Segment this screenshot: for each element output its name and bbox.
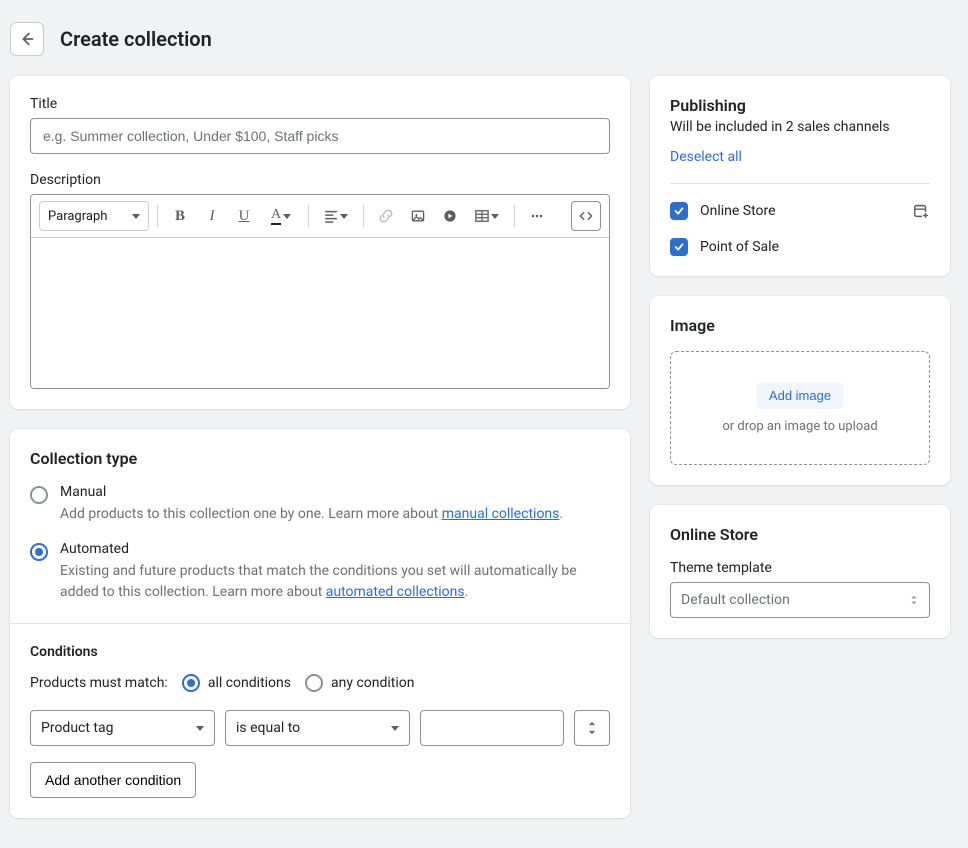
image-drop-text: or drop an image to upload xyxy=(722,419,877,434)
automated-description: Existing and future products that match … xyxy=(60,561,610,603)
calendar-add-icon xyxy=(912,202,930,220)
online-store-card: Online Store Theme template Default coll… xyxy=(650,505,950,638)
check-icon xyxy=(673,241,685,253)
image-heading: Image xyxy=(670,316,930,335)
chevron-down-icon xyxy=(196,726,204,731)
image-dropzone[interactable]: Add image or drop an image to upload xyxy=(670,351,930,465)
manual-label: Manual xyxy=(60,484,563,500)
title-description-card: Title Description Paragraph B I U xyxy=(10,76,630,409)
channel-label: Online Store xyxy=(700,203,900,219)
toolbar-divider xyxy=(363,205,364,227)
toolbar-divider xyxy=(308,205,309,227)
more-formatting-button[interactable] xyxy=(523,202,551,230)
chevron-down-icon xyxy=(340,214,348,219)
arrow-left-icon xyxy=(18,30,36,48)
publishing-subtext: Will be included in 2 sales channels xyxy=(670,119,930,135)
italic-button[interactable]: I xyxy=(198,202,226,230)
collection-type-card: Collection type Manual Add products to t… xyxy=(10,429,630,818)
chevron-down-icon xyxy=(132,214,140,219)
deselect-all-link[interactable]: Deselect all xyxy=(670,149,742,165)
schedule-button[interactable] xyxy=(912,202,930,220)
collection-type-radio-manual[interactable] xyxy=(30,486,48,504)
chevron-down-icon xyxy=(491,214,499,219)
paragraph-style-label: Paragraph xyxy=(48,209,107,224)
match-label: Products must match: xyxy=(30,675,168,691)
add-condition-button[interactable]: Add another condition xyxy=(30,762,196,798)
toolbar-divider xyxy=(514,205,515,227)
description-input[interactable] xyxy=(31,238,609,388)
select-arrows-icon xyxy=(909,592,919,608)
bold-button[interactable]: B xyxy=(166,202,194,230)
match-all-label: all conditions xyxy=(208,675,291,691)
italic-icon: I xyxy=(210,208,215,225)
manual-collections-link[interactable]: manual collections xyxy=(442,506,560,522)
title-input[interactable] xyxy=(30,118,610,154)
rich-text-editor: Paragraph B I U A xyxy=(30,194,610,389)
online-store-heading: Online Store xyxy=(670,525,930,544)
chevron-down-icon xyxy=(391,726,399,731)
underline-button[interactable]: U xyxy=(230,202,258,230)
automated-label: Automated xyxy=(60,541,610,557)
match-all-radio[interactable] xyxy=(182,674,200,692)
divider xyxy=(670,183,930,184)
description-label: Description xyxy=(30,172,610,188)
html-toggle-button[interactable] xyxy=(571,201,601,231)
radio-selected-dot xyxy=(187,679,195,687)
image-button[interactable] xyxy=(404,202,432,230)
channel-checkbox-pos[interactable] xyxy=(670,238,688,256)
collection-type-heading: Collection type xyxy=(30,449,610,468)
match-any-label: any condition xyxy=(331,675,415,691)
link-icon xyxy=(378,208,394,224)
table-icon xyxy=(475,209,489,223)
back-button[interactable] xyxy=(10,22,44,56)
sort-icon xyxy=(586,720,598,736)
text-color-icon: A xyxy=(271,207,281,225)
table-button[interactable] xyxy=(468,202,506,230)
conditions-heading: Conditions xyxy=(30,644,610,660)
image-icon xyxy=(410,208,426,224)
check-icon xyxy=(673,205,685,217)
align-left-icon xyxy=(324,209,338,223)
match-any-radio[interactable] xyxy=(305,674,323,692)
theme-template-value: Default collection xyxy=(681,592,790,608)
theme-template-label: Theme template xyxy=(670,560,930,576)
bold-icon: B xyxy=(175,208,185,225)
page-title: Create collection xyxy=(60,27,212,51)
publishing-card: Publishing Will be included in 2 sales c… xyxy=(650,76,950,276)
text-color-button[interactable]: A xyxy=(262,202,300,230)
play-circle-icon xyxy=(442,208,458,224)
collection-type-radio-automated[interactable] xyxy=(30,543,48,561)
title-label: Title xyxy=(30,96,610,112)
image-card: Image Add image or drop an image to uplo… xyxy=(650,296,950,485)
video-button[interactable] xyxy=(436,202,464,230)
manual-description: Add products to this collection one by o… xyxy=(60,504,563,525)
condition-field-select[interactable]: Product tag xyxy=(30,710,215,746)
rte-toolbar: Paragraph B I U A xyxy=(31,195,609,238)
toolbar-divider xyxy=(157,205,158,227)
condition-field-value: Product tag xyxy=(41,720,113,736)
condition-sort-button[interactable] xyxy=(574,710,610,746)
condition-value-input[interactable] xyxy=(420,710,564,746)
paragraph-style-select[interactable]: Paragraph xyxy=(39,201,149,231)
chevron-down-icon xyxy=(283,214,291,219)
ellipsis-icon xyxy=(529,208,545,224)
channel-checkbox-online-store[interactable] xyxy=(670,202,688,220)
theme-template-select[interactable]: Default collection xyxy=(670,582,930,618)
condition-operator-value: is equal to xyxy=(236,720,300,736)
channel-label: Point of Sale xyxy=(700,239,930,255)
underline-icon: U xyxy=(239,208,250,225)
code-icon xyxy=(578,208,594,224)
publishing-heading: Publishing xyxy=(670,96,930,115)
link-button[interactable] xyxy=(372,202,400,230)
align-button[interactable] xyxy=(317,202,355,230)
add-image-button[interactable]: Add image xyxy=(757,382,843,409)
radio-selected-dot xyxy=(35,548,43,556)
automated-collections-link[interactable]: automated collections xyxy=(326,584,465,600)
condition-operator-select[interactable]: is equal to xyxy=(225,710,410,746)
